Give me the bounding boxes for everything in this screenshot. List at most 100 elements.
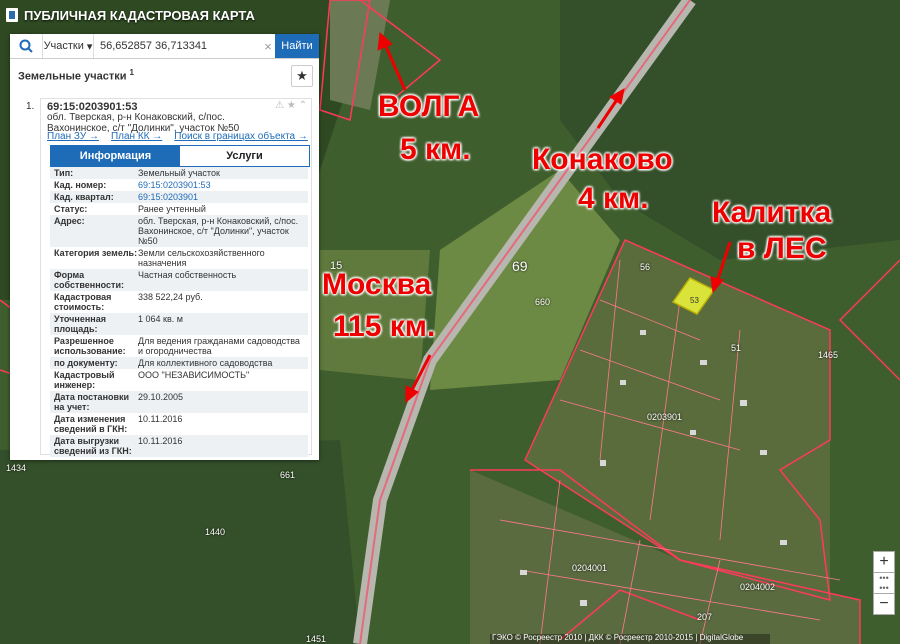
tab-services[interactable]: Услуги [180, 146, 309, 166]
row-value: 10.11.2016 [138, 414, 183, 424]
annotation-konakovo: Конаково [532, 143, 673, 176]
table-row: Дата выгрузки сведений из ГКН: 10.11.2016 [50, 435, 308, 457]
rosreestr-logo-icon [6, 8, 18, 22]
annotation-volga-distance: 5 км. [400, 133, 471, 166]
row-value: 338 522,24 руб. [138, 292, 203, 302]
table-row: по документу: Для коллективного садоводст… [50, 357, 308, 369]
star-icon[interactable]: ★ [287, 100, 296, 111]
row-label: по документу: [54, 358, 118, 368]
block-label-0203901: 0203901 [647, 412, 683, 422]
plan-kk-link[interactable]: План КК → [111, 131, 162, 142]
row-value: Для коллективного садоводства [138, 358, 273, 368]
row-value[interactable]: 69:15:0203901:53 [138, 180, 304, 190]
address-line-1: обл. Тверская, р-н Конаковский, с/пос. [47, 112, 225, 123]
section-title: Земельные участки 1 [18, 68, 134, 83]
parcel-links: План ЗУ → План КК → Поиск в границах объ… [47, 131, 308, 142]
row-value: Земельный участок [138, 168, 220, 178]
parcel-label-53: 53 [690, 296, 699, 305]
table-row: Дата постановки на учет: 29.10.2005 [50, 391, 308, 413]
row-value: 1 064 кв. м [138, 314, 183, 324]
object-type-label: Участки [43, 40, 84, 52]
table-row: Кадастровый инженер: ООО "НЕЗАВИСИМОСТЬ" [50, 369, 308, 391]
chevron-down-icon: ▾ [86, 40, 93, 53]
result-count: 1 [129, 68, 134, 77]
warning-icon[interactable]: ⚠ [275, 100, 284, 111]
row-label: Категория земель: [54, 248, 138, 258]
search-icon[interactable] [10, 34, 42, 58]
row-label: Адрес: [54, 216, 85, 226]
search-bar: Участки ▾ × Найти [10, 34, 319, 59]
map-attribution: ГЭКО © Росреестр 2010 | ДКК © Росреестр … [492, 633, 744, 642]
annotation-gate: Калитка [712, 196, 832, 229]
search-input[interactable] [94, 34, 261, 58]
row-value: обл. Тверская, р-н Конаковский, с/пос. В… [138, 216, 299, 246]
row-value: Частная собственность [138, 270, 237, 280]
row-label: Кад. номер: [54, 180, 107, 190]
table-row: Кад. квартал: 69:15:0203901 [50, 191, 308, 203]
row-label: Статус: [54, 204, 88, 214]
attributes-table: Тип: Земельный участок Кад. номер: 69:15:02… [50, 167, 308, 457]
table-row: Адрес: обл. Тверская, р-н Конаковский, с/… [50, 215, 308, 247]
map-label-661: 661 [280, 470, 296, 480]
info-panel: Участки ▾ × Найти Земельные участки 1 ★ … [10, 34, 319, 460]
collapse-icon[interactable]: ⌃ [299, 100, 307, 111]
zoom-in-button[interactable]: + [873, 551, 895, 573]
annotation-moscow: Москва [322, 268, 432, 301]
table-row: Статус: Ранее учтенный [50, 203, 308, 215]
table-row: Форма собственности: Частная собственност… [50, 269, 308, 291]
row-value: Ранее учтенный [138, 204, 206, 214]
app-title: ПУБЛИЧНАЯ КАДАСТРОВАЯ КАРТА [24, 7, 255, 23]
map-label-207: 207 [697, 612, 713, 622]
section-title-text: Земельные участки [18, 70, 127, 83]
row-value: 10.11.2016 [138, 436, 183, 446]
row-value[interactable]: 69:15:0203901 [138, 192, 304, 202]
tab-information[interactable]: Информация [51, 146, 180, 166]
block-label-0204002: 0204002 [740, 582, 776, 592]
map-label-660: 660 [535, 297, 551, 307]
table-row: Разрешенное использование: Для ведения гр… [50, 335, 308, 357]
map-label-1434: 1434 [6, 463, 27, 473]
table-row: Категория земель: Земли сельскохозяйствен… [50, 247, 308, 269]
annotation-moscow-distance: 115 км. [333, 310, 436, 343]
find-button[interactable]: Найти [275, 34, 319, 58]
zoom-level-dots-2: ••• [873, 583, 895, 593]
clear-icon[interactable]: × [261, 34, 275, 58]
annotation-konakovo-distance: 4 км. [578, 182, 649, 215]
row-label: Разрешенное использование: [54, 336, 126, 356]
row-label: Кадастровая стоимость: [54, 292, 112, 312]
app-header: ПУБЛИЧНАЯ КАДАСТРОВАЯ КАРТА [0, 0, 255, 30]
row-label: Дата изменения сведений в ГКН: [54, 414, 128, 434]
block-label-0204001: 0204001 [572, 563, 608, 573]
row-value: ООО "НЕЗАВИСИМОСТЬ" [138, 370, 250, 380]
object-type-dropdown[interactable]: Участки ▾ [42, 34, 94, 58]
row-label: Кад. квартал: [54, 192, 114, 202]
row-value: Земли сельскохозяйственного назначения [138, 248, 265, 268]
row-label: Тип: [54, 168, 74, 178]
row-label: Дата постановки на учет: [54, 392, 130, 412]
search-in-bounds-link[interactable]: Поиск в границах объекта → [174, 131, 308, 142]
map-label-1451: 1451 [306, 634, 327, 644]
map-label-1465: 1465 [818, 350, 839, 360]
row-label: Кадастровый инженер: [54, 370, 115, 390]
result-index: 1. [26, 101, 35, 112]
table-row: Уточненная площадь: 1 064 кв. м [50, 313, 308, 335]
favorite-star-button[interactable]: ★ [291, 65, 313, 87]
row-value: Для ведения гражданами садоводства и ого… [138, 336, 300, 356]
annotation-volga: ВОЛГА [378, 90, 480, 123]
plan-zu-link[interactable]: План ЗУ → [47, 131, 99, 142]
info-tabs: Информация Услуги [50, 145, 310, 167]
zoom-out-button[interactable]: − [873, 593, 895, 615]
map-label-1440: 1440 [205, 527, 226, 537]
row-value: 29.10.2005 [138, 392, 184, 402]
table-row: Дата изменения сведений в ГКН: 10.11.2016 [50, 413, 308, 435]
map-label-56: 56 [640, 262, 651, 272]
zoom-control: + ••• ••• − [873, 551, 895, 615]
zoom-level-dots: ••• [873, 573, 895, 583]
card-controls: ⚠ ★ ⌃ [275, 100, 307, 111]
row-label: Дата выгрузки сведений из ГКН: [54, 436, 132, 456]
road-number-label: 69 [512, 258, 528, 274]
table-row: Кад. номер: 69:15:0203901:53 [50, 179, 308, 191]
map-label-51: 51 [731, 343, 742, 353]
row-label: Уточненная площадь: [54, 314, 106, 334]
table-row: Тип: Земельный участок [50, 167, 308, 179]
